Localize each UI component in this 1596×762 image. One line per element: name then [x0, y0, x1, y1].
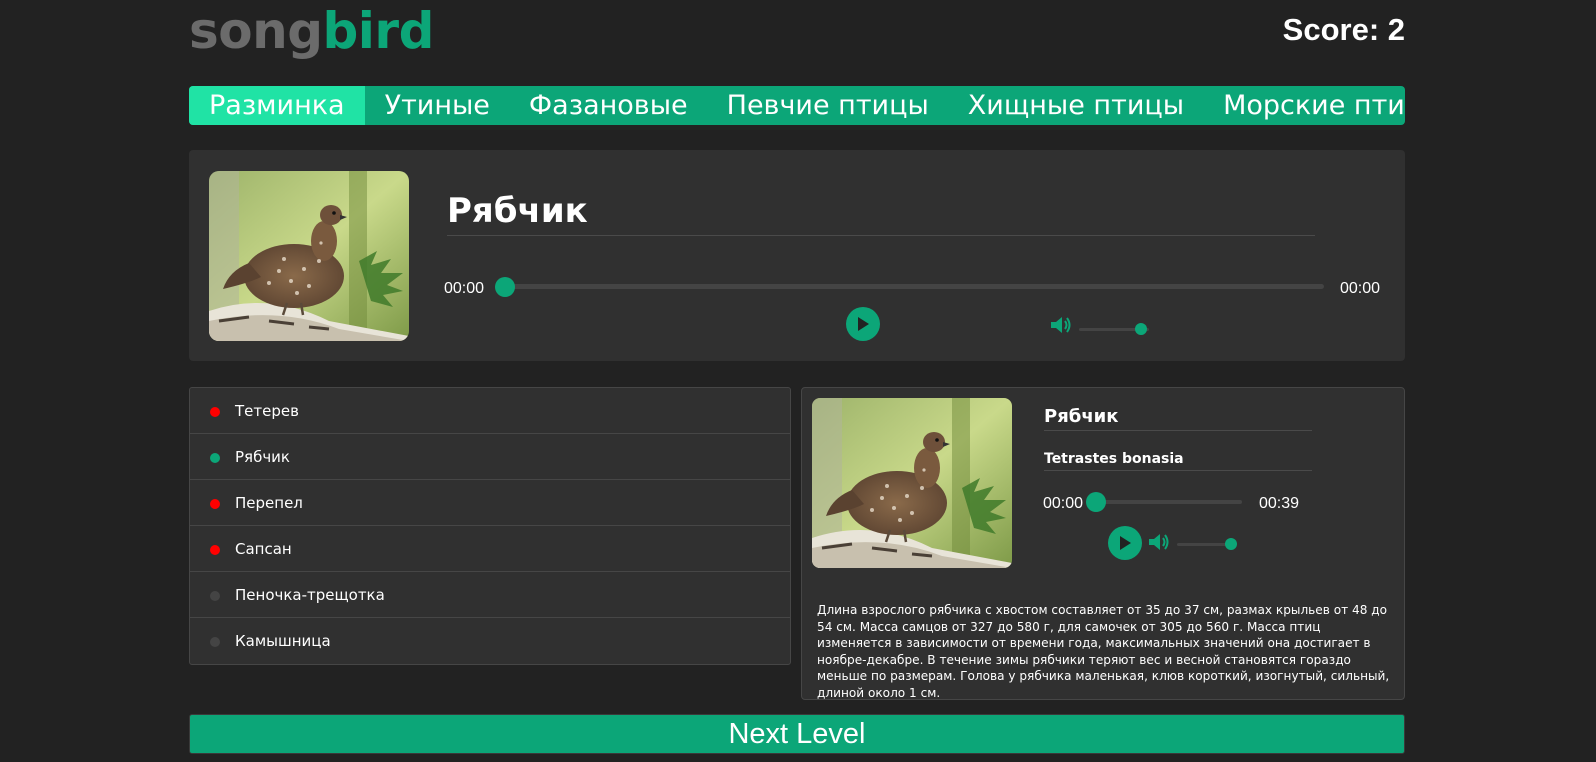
bird-photo [209, 171, 409, 341]
question-current-time: 00:00 [444, 280, 485, 297]
list-item[interactable]: Рябчик [190, 434, 790, 480]
volume-icon[interactable] [1148, 532, 1170, 552]
bird-photo-image [209, 171, 409, 341]
detail-progress-track[interactable] [1092, 500, 1242, 504]
play-icon [1120, 536, 1131, 550]
nav-item-seabirds[interactable]: Морские птицы [1203, 86, 1405, 125]
bird-details-card: Рябчик Tetrastes bonasia 00:00 00:39 Дли… [801, 387, 1405, 700]
question-card: Рябчик 00:00 00:00 [189, 150, 1405, 361]
list-item[interactable]: Тетерев [190, 388, 790, 434]
nav-item-pheasants[interactable]: Фазановые [509, 86, 707, 125]
question-progress-handle[interactable] [495, 277, 515, 297]
question-duration: 00:00 [1340, 280, 1381, 297]
logo-song: song [189, 2, 323, 60]
nav-item-ducks[interactable]: Утиные [365, 86, 509, 125]
detail-description: Длина взрослого рябчика с хвостом состав… [817, 603, 1390, 700]
detail-bird-name: Рябчик [1044, 406, 1312, 431]
question-volume-handle[interactable] [1135, 323, 1147, 335]
score: Score: 2 [1282, 12, 1405, 47]
list-item[interactable]: Пеночка-трещотка [190, 572, 790, 618]
answer-list: Тетерев Рябчик Перепел Сапсан Пеночка-тр… [189, 387, 791, 665]
status-dot [210, 637, 220, 647]
category-nav: Разминка Утиные Фазановые Певчие птицы Х… [189, 86, 1405, 125]
answer-label: Пеночка-трещотка [235, 586, 385, 604]
detail-current-time: 00:00 [1043, 495, 1084, 512]
volume-icon[interactable] [1050, 315, 1072, 335]
list-item[interactable]: Перепел [190, 480, 790, 526]
detail-progress-handle[interactable] [1086, 492, 1106, 512]
answer-label: Камышница [235, 632, 331, 650]
question-play-button[interactable] [846, 307, 880, 341]
next-level-button[interactable]: Next Level [189, 714, 1405, 754]
question-bird-name: Рябчик [447, 188, 1315, 236]
answer-label: Перепел [235, 494, 303, 512]
app: songbird Score: 2 Разминка Утиные Фазано… [189, 0, 1405, 762]
status-dot [210, 453, 220, 463]
detail-play-button[interactable] [1108, 526, 1142, 560]
nav-item-songbirds[interactable]: Певчие птицы [707, 86, 948, 125]
logo-bird: bird [322, 2, 435, 60]
status-dot [210, 591, 220, 601]
answer-label: Сапсан [235, 540, 292, 558]
detail-volume-handle[interactable] [1225, 538, 1237, 550]
status-dot [210, 545, 220, 555]
question-progress-track[interactable] [499, 284, 1324, 289]
detail-bird-photo-image [812, 398, 1012, 568]
list-item[interactable]: Камышница [190, 618, 790, 664]
answer-label: Тетерев [235, 402, 299, 420]
status-dot [210, 499, 220, 509]
answer-label: Рябчик [235, 448, 290, 466]
detail-latin-name: Tetrastes bonasia [1044, 450, 1312, 471]
status-dot [210, 407, 220, 417]
nav-item-warmup[interactable]: Разминка [189, 86, 365, 125]
list-item[interactable]: Сапсан [190, 526, 790, 572]
play-icon [858, 317, 869, 331]
detail-bird-photo [812, 398, 1012, 568]
detail-duration: 00:39 [1259, 495, 1300, 512]
nav-item-predators[interactable]: Хищные птицы [948, 86, 1203, 125]
logo: songbird [189, 2, 434, 60]
